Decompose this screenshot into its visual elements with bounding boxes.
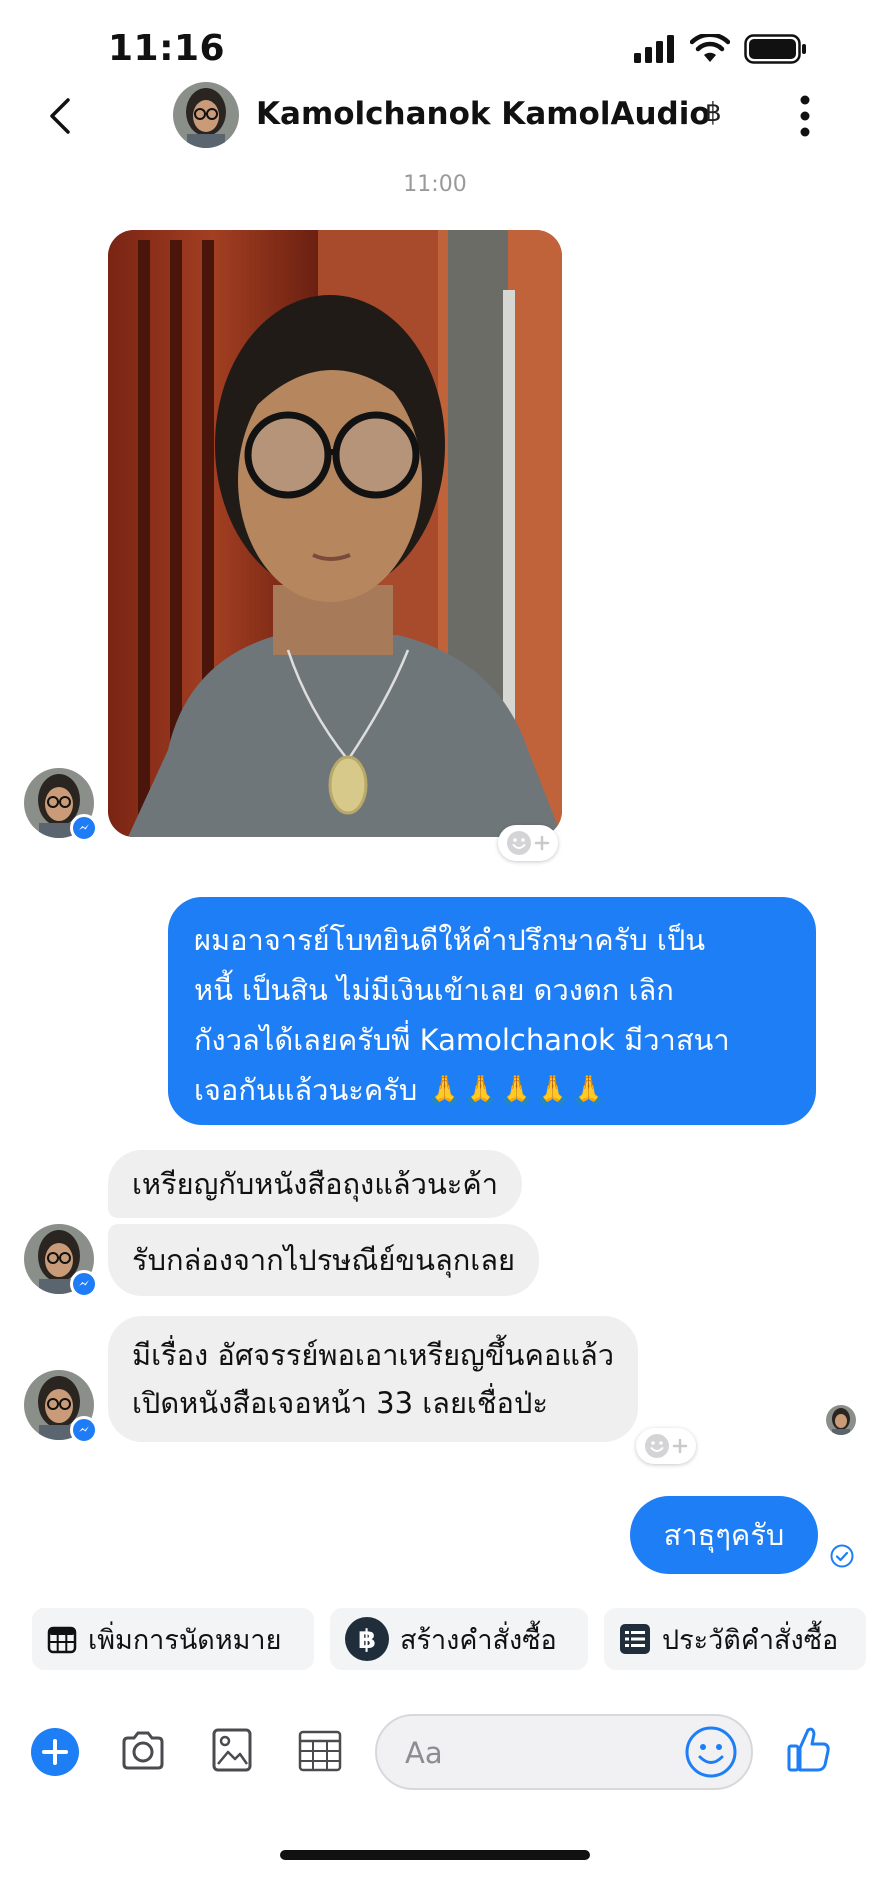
add-icon[interactable]	[30, 1727, 80, 1777]
like-icon[interactable]	[786, 1724, 832, 1774]
smiley-icon	[645, 1434, 669, 1458]
incoming-message[interactable]: มีเรื่อง อัศจรรย์พอเอาเหรียญขึ้นคอแล้ว เ…	[108, 1316, 639, 1442]
create-order-chip[interactable]: ฿ สร้างคำสั่งซื้อ	[330, 1608, 588, 1670]
add-reaction-button[interactable]	[498, 825, 558, 861]
message-text: รับกล่องจากไปรษณีย์ขนลุกเลย	[132, 1243, 515, 1277]
plus-icon	[534, 835, 550, 851]
messenger-badge-icon	[70, 814, 98, 842]
messenger-badge-icon	[70, 1270, 98, 1298]
message-line: เจอกันแล้วนะครับ 🙏🙏🙏🙏🙏	[194, 1073, 607, 1107]
outgoing-message[interactable]: ผมอาจารย์โบทยินดีให้คำปรึกษาครับ เป็น หน…	[168, 897, 816, 1125]
outgoing-message[interactable]: สาธุๆครับ	[630, 1496, 818, 1574]
message-line: เปิดหนังสือเจอหน้า 33 เลยเชื่อป่ะ	[132, 1386, 548, 1420]
incoming-message[interactable]: รับกล่องจากไปรษณีย์ขนลุกเลย	[108, 1224, 539, 1296]
smiley-icon	[507, 831, 531, 855]
chip-label: เพิ่มการนัดหมาย	[88, 1624, 282, 1656]
photo-message[interactable]	[108, 230, 562, 837]
order-history-chip[interactable]: ประวัติคำสั่งซื้อ	[604, 1608, 866, 1670]
svg-text:฿: ฿	[358, 1625, 376, 1655]
signal-icon	[634, 35, 674, 63]
more-options-icon[interactable]	[790, 90, 820, 142]
chat-header: Kamolchanok KamolAudio ฿	[0, 78, 870, 154]
contact-name[interactable]: Kamolchanok KamolAudio	[256, 96, 711, 132]
quick-actions-bar: เพิ่มการนัดหมาย ฿ สร้างคำสั่งซื้อ ประวัต…	[0, 1608, 870, 1670]
message-input[interactable]: Aa	[375, 1714, 753, 1790]
status-time: 11:16	[108, 28, 226, 69]
baht-icon: ฿	[345, 1617, 389, 1661]
battery-icon	[744, 34, 806, 64]
add-reaction-button[interactable]	[636, 1428, 696, 1464]
calendar-icon	[47, 1626, 77, 1654]
contact-avatar[interactable]	[173, 82, 239, 148]
message-text: เหรียญกับหนังสือถุงแล้วนะค้า	[132, 1167, 499, 1201]
message-composer: Aa	[0, 1714, 870, 1804]
status-bar: 11:16	[0, 0, 870, 90]
add-appointment-chip[interactable]: เพิ่มการนัดหมาย	[32, 1608, 314, 1670]
messenger-badge-icon	[70, 1416, 98, 1444]
input-placeholder: Aa	[405, 1736, 443, 1770]
message-line: หนี้ เป็นสิน ไม่มีเงินเข้าเลย ดวงตก เลิก	[194, 973, 674, 1007]
read-receipt-avatar	[826, 1405, 856, 1435]
message-line: มีเรื่อง อัศจรรย์พอเอาเหรียญขึ้นคอแล้ว	[132, 1338, 615, 1372]
table-icon[interactable]	[296, 1726, 344, 1774]
incoming-message[interactable]: เหรียญกับหนังสือถุงแล้วนะค้า	[108, 1150, 523, 1218]
chip-label: สร้างคำสั่งซื้อ	[400, 1624, 557, 1656]
emoji-icon[interactable]	[683, 1724, 739, 1780]
order-list-icon	[620, 1624, 650, 1654]
home-indicator	[280, 1850, 590, 1860]
message-line: กังวลได้เลยครับพี่ Kamolchanok มีวาสนา	[194, 1023, 730, 1057]
camera-icon[interactable]	[118, 1726, 168, 1776]
baht-badge: ฿	[705, 98, 722, 128]
sent-check-icon	[830, 1544, 854, 1568]
gallery-icon[interactable]	[210, 1726, 254, 1774]
plus-icon	[672, 1438, 688, 1454]
status-icons	[634, 34, 808, 64]
message-timestamp: 11:00	[403, 172, 467, 197]
message-line: ผมอาจารย์โบทยินดีให้คำปรึกษาครับ เป็น	[194, 923, 706, 957]
back-button[interactable]	[40, 92, 80, 140]
chip-label: ประวัติคำสั่งซื้อ	[662, 1624, 839, 1656]
wifi-icon	[690, 34, 730, 62]
message-text: สาธุๆครับ	[663, 1518, 785, 1552]
